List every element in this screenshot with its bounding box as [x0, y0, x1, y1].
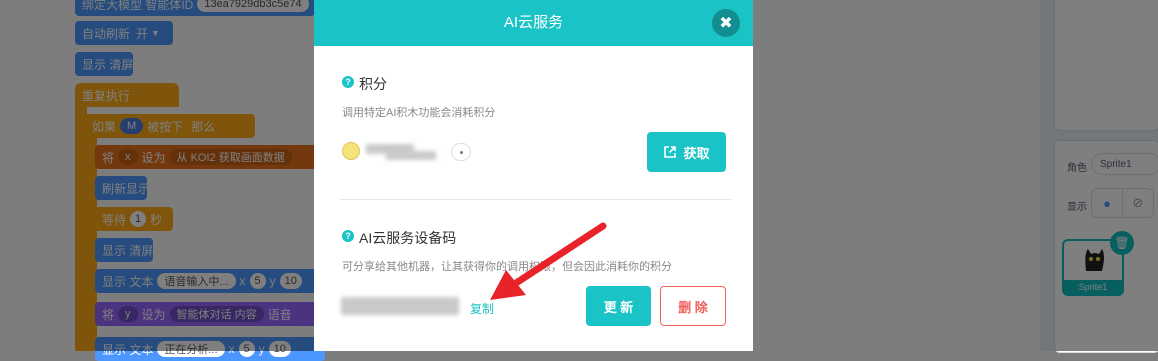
modal-header: AI云服务 ✖: [314, 0, 753, 46]
section-divider: [340, 199, 731, 200]
ai-cloud-service-modal: AI云服务 ✖ ? 积分 调用特定AI积木功能会消耗积分 获取 ? AI云服务设…: [314, 0, 753, 351]
points-description: 调用特定AI积木功能会消耗积分: [342, 107, 496, 119]
external-link-icon: [664, 146, 677, 158]
close-icon[interactable]: ✖: [712, 9, 740, 37]
device-code-title: AI云服务设备码: [359, 230, 457, 246]
redacted-device-code: [341, 297, 459, 315]
get-points-button[interactable]: 获取: [647, 132, 726, 172]
points-indicator: [451, 143, 471, 161]
coin-icon: [342, 142, 360, 160]
copy-link[interactable]: 复制: [470, 300, 494, 317]
update-button[interactable]: 更 新: [586, 286, 651, 326]
device-code-description: 可分享给其他机器，让其获得你的调用权限，但会因此消耗你的积分: [342, 261, 672, 273]
help-icon-2[interactable]: ?: [342, 230, 354, 242]
points-title: 积分: [359, 76, 387, 92]
delete-button[interactable]: 删 除: [660, 286, 726, 326]
get-points-label: 获取: [683, 145, 710, 161]
redacted-points-value-2: [386, 151, 436, 160]
help-icon[interactable]: ?: [342, 76, 354, 88]
modal-title: AI云服务: [503, 14, 564, 31]
